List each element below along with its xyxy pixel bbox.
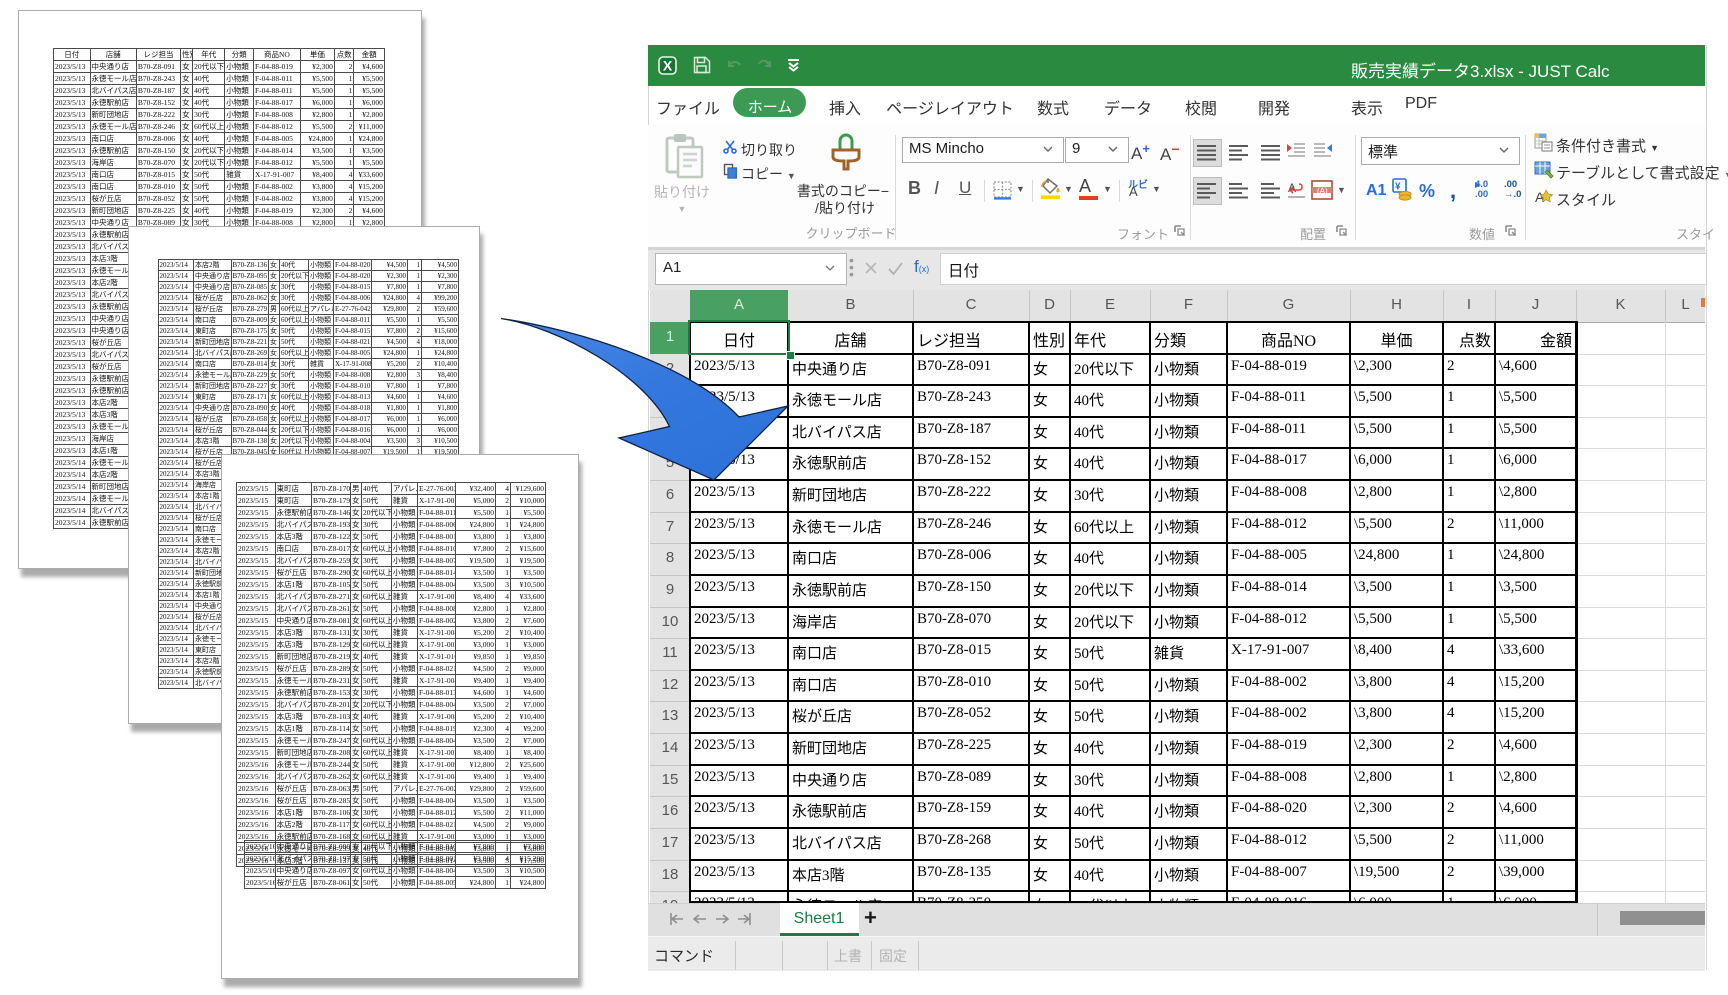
svg-text:(A): (A) xyxy=(1317,187,1328,196)
svg-text:X: X xyxy=(663,58,673,74)
svg-text:¥: ¥ xyxy=(1395,182,1401,193)
